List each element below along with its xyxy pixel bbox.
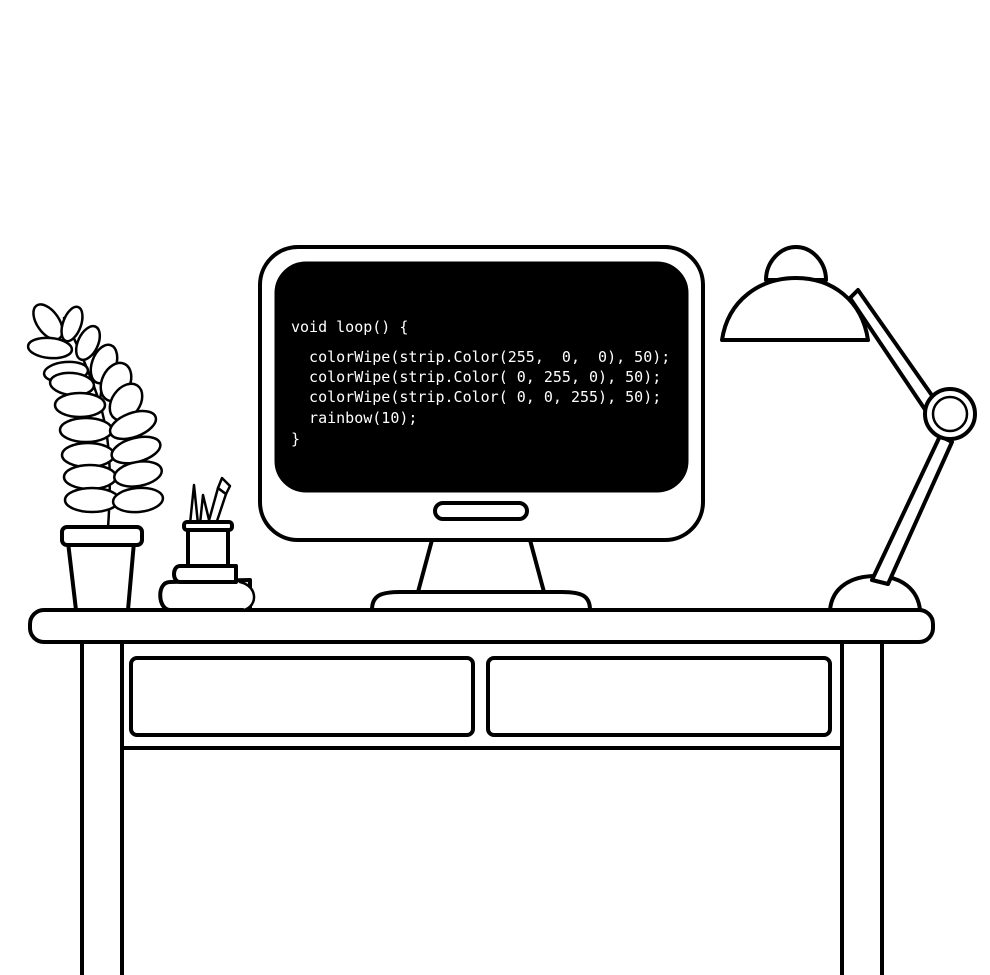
pencil-cup-body	[186, 526, 230, 568]
code-line-3: colorWipe(strip.Color( 0, 255, 0), 50);	[291, 368, 661, 386]
desk-top	[28, 608, 935, 644]
code-line-5: rainbow(10);	[291, 409, 417, 427]
plant-leaves	[26, 303, 165, 514]
potted-plant	[26, 303, 165, 612]
pencil-cup-icon	[182, 476, 234, 568]
plant-pot	[66, 540, 136, 612]
code-line-2: colorWipe(strip.Color(255, 0, 0), 50);	[291, 348, 670, 366]
lamp-head-top	[764, 245, 828, 282]
lamp-shade	[720, 276, 870, 342]
monitor-base	[370, 590, 592, 612]
book-bottom	[158, 578, 252, 612]
monitor-neck	[416, 538, 546, 594]
pencil-1	[188, 483, 200, 526]
desk-right-leg	[840, 638, 884, 975]
desk-drawer-right[interactable]	[486, 656, 832, 737]
desk-scene: void loop() { colorWipe(strip.Color(255,…	[26, 245, 977, 975]
book-stack	[158, 564, 256, 612]
code-line-1: void loop() {	[291, 318, 408, 336]
computer-monitor: void loop() { colorWipe(strip.Color(255,…	[258, 245, 705, 612]
lamp-upper-arm	[848, 288, 940, 416]
book-top	[172, 564, 238, 584]
code-line-6: }	[291, 430, 300, 448]
desk-left-leg	[80, 638, 124, 975]
lamp-joint-inner	[931, 395, 969, 433]
desk-drawer-left[interactable]	[129, 656, 475, 737]
desk	[28, 608, 935, 975]
desk-lamp	[720, 245, 977, 612]
lamp-lower-arm	[870, 434, 954, 586]
plant-pot-rim	[60, 525, 144, 547]
monitor-power-button[interactable]	[433, 501, 529, 521]
pencil-cup-rim	[182, 520, 234, 532]
code-line-4: colorWipe(strip.Color( 0, 0, 255), 50);	[291, 388, 661, 406]
